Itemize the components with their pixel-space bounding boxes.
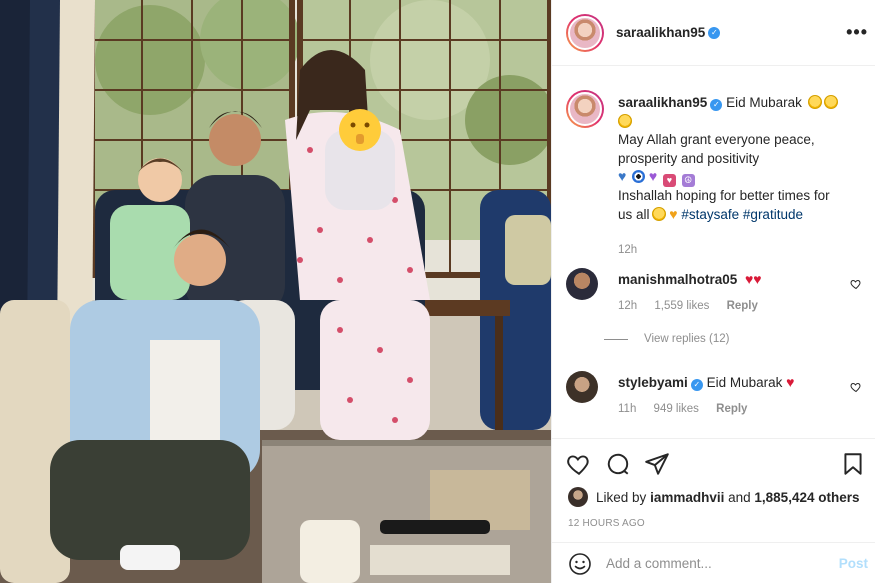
liker-avatar[interactable] [568, 487, 588, 507]
caption-line-2: prosperity and positivity [618, 150, 760, 166]
instagram-post: saraalikhan95 ✓ ••• saraalikhan95 ✓ Eid M… [0, 0, 875, 583]
comment-meta: 11h 949 likes Reply [618, 403, 761, 415]
commenter-avatar[interactable] [566, 371, 598, 403]
yellow-heart-emoji-icon: ♥ [669, 205, 678, 222]
side-panel: saraalikhan95 ✓ ••• saraalikhan95 ✓ Eid M… [551, 0, 875, 583]
comment-icon[interactable] [605, 451, 631, 477]
comment-meta: 12h 1,559 likes Reply [618, 300, 772, 312]
comment-likes[interactable]: 1,559 likes [654, 300, 709, 312]
blue-heart-emoji-icon: ♥ [618, 168, 627, 184]
comment-body: Eid Mubarak [706, 375, 783, 390]
post-timestamp[interactable]: 12 HOURS AGO [568, 518, 645, 529]
liked-by-and: and [728, 489, 751, 505]
liked-by-user[interactable]: iammadhvii [650, 490, 724, 505]
purple-heart-emoji-icon: ♥ [648, 168, 658, 184]
view-replies-line [604, 338, 628, 340]
caption-author-username[interactable]: saraalikhan95 [618, 95, 707, 110]
comment-time[interactable]: 12h [618, 300, 637, 312]
red-heart-emoji-icon: ♥ [753, 271, 762, 287]
comment-text: stylebyami ✓ Eid Mubarak ♥ [618, 375, 794, 391]
caption-line-3: Inshallah hoping for better times for [618, 188, 830, 203]
small-heart-icon[interactable] [850, 278, 862, 290]
folded-hands-emoji-icon [651, 206, 666, 221]
verified-icon: ✓ [710, 99, 723, 111]
caption-line-4: us all [618, 206, 650, 222]
post-photo[interactable] [0, 0, 551, 583]
hugging-face-emoji-icon [823, 95, 838, 109]
comment-likes[interactable]: 949 likes [654, 403, 699, 415]
liked-by-count[interactable]: 1,885,424 others [754, 490, 859, 505]
comment-time[interactable]: 11h [618, 403, 636, 415]
emoji-icon[interactable] [568, 552, 592, 576]
red-heart-emoji-icon: ♥ [786, 374, 795, 390]
liked-by-prefix: Liked by [596, 489, 647, 505]
add-comment-input[interactable] [606, 556, 821, 571]
post-header: saraalikhan95 ✓ ••• [552, 0, 875, 66]
red-heart-emoji-icon: ♥ [741, 271, 754, 287]
post-actions: Liked by iammadhvii and 1,885,424 others… [552, 438, 875, 583]
heart-icon[interactable] [566, 451, 592, 477]
hashtag-staysafe[interactable]: #staysafe [681, 207, 739, 222]
caption-body: saraalikhan95 ✓ Eid Mubarak May Allah gra… [618, 94, 863, 224]
small-heart-icon[interactable] [850, 381, 862, 393]
hugging-face-emoji-icon [807, 95, 822, 109]
liked-by: Liked by iammadhvii and 1,885,424 others [568, 487, 859, 507]
more-options-icon[interactable]: ••• [846, 22, 868, 43]
view-replies-label: View replies (12) [644, 333, 730, 345]
evil-eye-emoji-icon [632, 170, 646, 183]
caption-time[interactable]: 12h [618, 244, 637, 256]
add-comment-bar: Post [552, 542, 875, 583]
reply-button[interactable]: Reply [727, 300, 758, 312]
author-avatar[interactable] [566, 13, 604, 52]
peace-symbol-emoji-icon: ☮ [681, 174, 695, 187]
commenter-username[interactable]: manishmalhotra05 [618, 272, 737, 287]
verified-icon: ✓ [690, 379, 703, 391]
hugging-face-emoji-icon [618, 113, 632, 128]
caption-greeting: Eid Mubarak [726, 95, 802, 110]
hashtag-gratitude[interactable]: #gratitude [743, 207, 803, 222]
caption-author-avatar[interactable] [566, 90, 604, 128]
family-photo-illustration [0, 0, 551, 583]
view-replies-button[interactable]: View replies (12) [604, 333, 729, 345]
save-icon[interactable] [840, 451, 866, 477]
commenter-avatar[interactable] [566, 268, 598, 300]
commenter-username[interactable]: stylebyami [618, 375, 688, 390]
share-icon[interactable] [644, 451, 670, 477]
comment-text: manishmalhotra05 ♥♥ [618, 272, 762, 287]
reply-button[interactable]: Reply [716, 403, 747, 415]
post-comment-button[interactable]: Post [839, 556, 868, 571]
comments-section: saraalikhan95 ✓ Eid Mubarak May Allah gra… [552, 76, 875, 436]
heart-gift-emoji-icon: ♥ [662, 174, 676, 187]
author-username[interactable]: saraalikhan95 [616, 25, 705, 40]
verified-icon: ✓ [708, 26, 721, 39]
caption-line-1: May Allah grant everyone peace, [618, 132, 815, 147]
